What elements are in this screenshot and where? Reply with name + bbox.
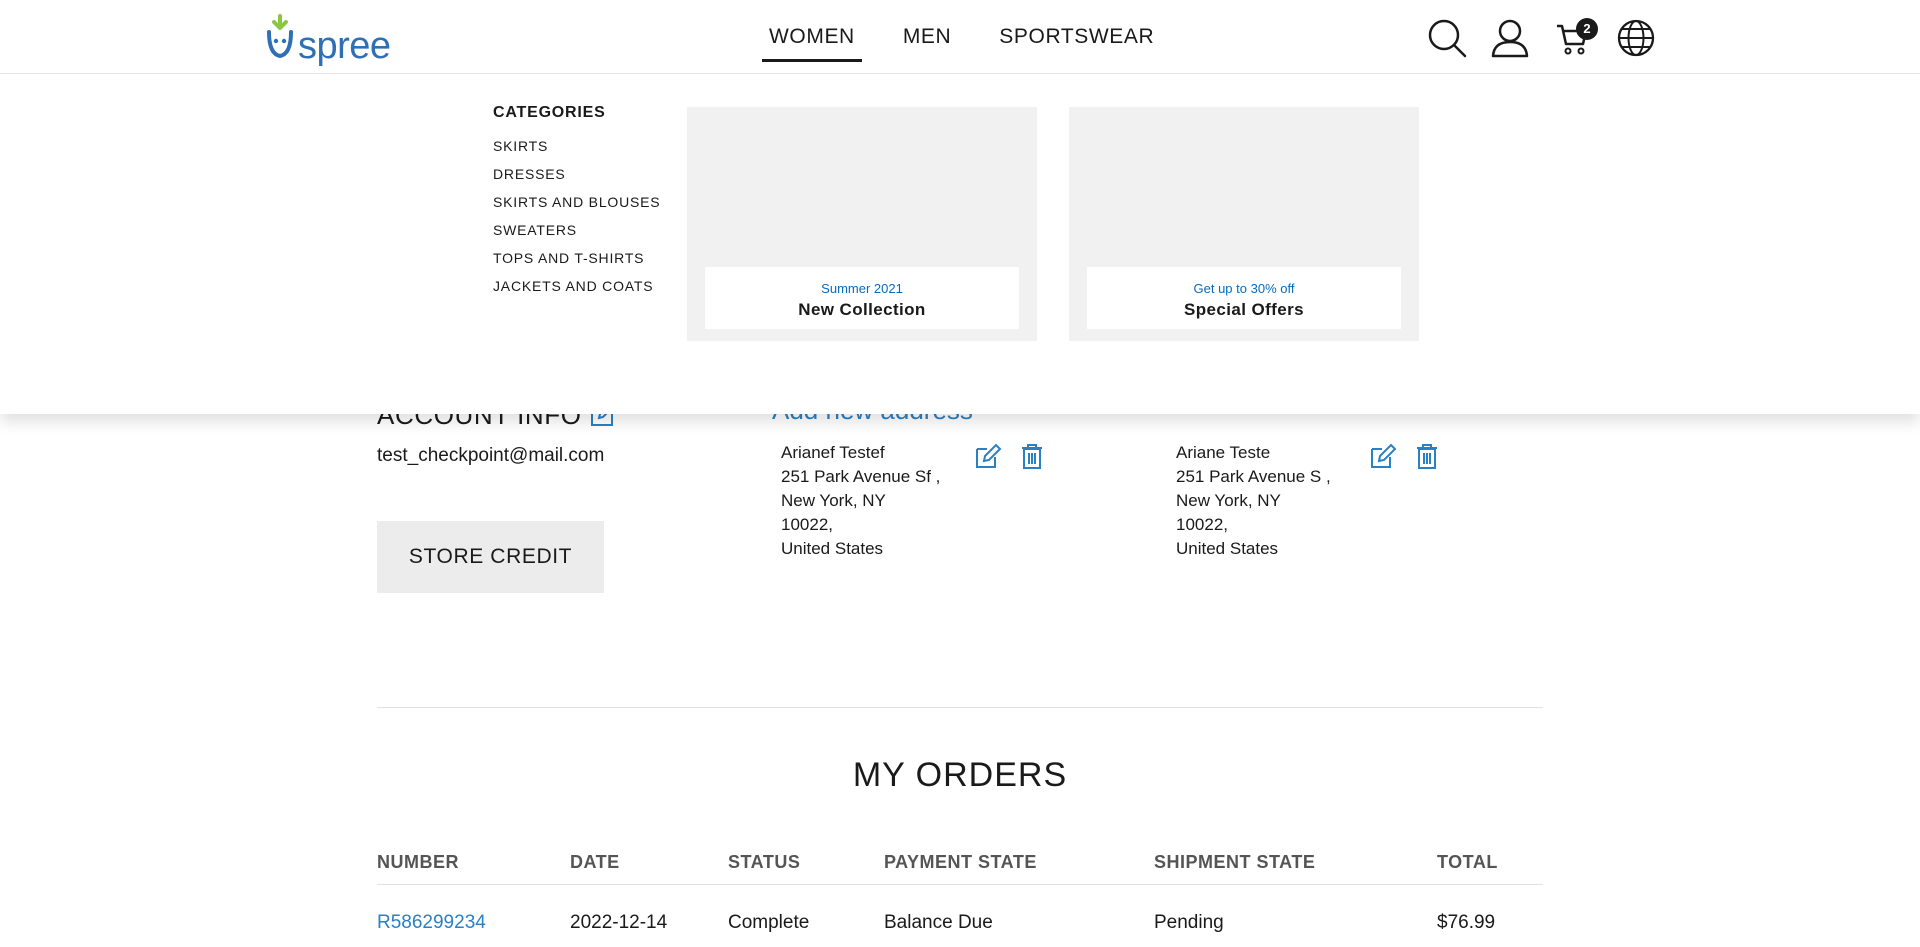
promo-new-collection[interactable]: Summer 2021 New Collection: [687, 107, 1037, 341]
address-city: New York, NY: [1176, 491, 1281, 510]
promo-title: New Collection: [798, 300, 926, 319]
address-card: Ariane Teste 251 Park Avenue S , New Yor…: [1176, 441, 1331, 561]
column-header-date: DATE: [570, 852, 620, 872]
address-zip: 10022,: [781, 515, 833, 534]
search-icon[interactable]: [1425, 16, 1469, 60]
column-header-total: TOTAL: [1437, 852, 1498, 872]
nav-item-sportswear[interactable]: SPORTSWEAR: [990, 0, 1163, 74]
promo-caption: Get up to 30% off Special Offers: [1087, 267, 1401, 329]
column-header-shipment-state: SHIPMENT STATE: [1154, 852, 1316, 872]
promo-subtitle: Summer 2021: [821, 281, 903, 296]
category-item[interactable]: DRESSES: [493, 164, 660, 192]
nav-item-women[interactable]: WOMEN: [760, 0, 864, 74]
user-icon[interactable]: [1488, 16, 1532, 60]
delete-address-icon[interactable]: [1412, 441, 1442, 471]
edit-address-icon[interactable]: [973, 441, 1003, 471]
order-shipment-state: Pending: [1154, 912, 1224, 933]
address-zip: 10022,: [1176, 515, 1228, 534]
order-payment-state: Balance Due: [884, 912, 993, 933]
address-actions: [1368, 441, 1456, 471]
promo-subtitle: Get up to 30% off: [1193, 281, 1295, 296]
site-header: spree WOMEN MEN SPORTSWEAR 2: [0, 0, 1920, 74]
address-name: Ariane Teste: [1176, 443, 1271, 462]
promo-caption: Summer 2021 New Collection: [705, 267, 1019, 329]
categories-list: SKIRTS DRESSES SKIRTS AND BLOUSES SWEATE…: [493, 136, 660, 304]
women-mega-menu: CATEGORIES SKIRTS DRESSES SKIRTS AND BLO…: [0, 74, 1920, 414]
category-item[interactable]: SKIRTS AND BLOUSES: [493, 192, 660, 220]
address-street: 251 Park Avenue Sf ,: [781, 467, 941, 486]
delete-address-icon[interactable]: [1017, 441, 1047, 471]
order-date: 2022-12-14: [570, 912, 668, 933]
address-name: Arianef Testef: [781, 443, 885, 462]
address-country: United States: [1176, 539, 1279, 558]
account-email: test_checkpoint@mail.com: [377, 445, 605, 466]
column-header-number: NUMBER: [377, 852, 459, 872]
promo-special-offers[interactable]: Get up to 30% off Special Offers: [1069, 107, 1419, 341]
table-header-divider: [377, 884, 1543, 885]
section-divider: [377, 707, 1543, 708]
main-nav: WOMEN MEN SPORTSWEAR: [760, 0, 1193, 74]
globe-icon[interactable]: [1614, 16, 1658, 60]
categories-title: CATEGORIES: [493, 104, 606, 121]
address-actions: [973, 441, 1061, 471]
category-item[interactable]: JACKETS AND COATS: [493, 276, 660, 304]
address-street: 251 Park Avenue S ,: [1176, 467, 1331, 486]
category-item[interactable]: TOPS AND T-SHIRTS: [493, 248, 660, 276]
store-credit-button[interactable]: STORE CREDIT: [377, 521, 604, 593]
cart-count-badge: 2: [1576, 18, 1598, 40]
category-item[interactable]: SWEATERS: [493, 220, 660, 248]
header-icons: 2: [1425, 16, 1677, 60]
nav-item-men[interactable]: MEN: [894, 0, 960, 74]
logo-mark-icon: [266, 14, 294, 65]
spree-logo[interactable]: spree: [266, 14, 391, 65]
column-header-status: STATUS: [728, 852, 801, 872]
address-country: United States: [781, 539, 884, 558]
order-status: Complete: [728, 912, 810, 933]
cart-icon[interactable]: 2: [1551, 16, 1598, 60]
order-number-link[interactable]: R586299234: [377, 912, 486, 934]
order-total: $76.99: [1437, 912, 1496, 933]
address-card: Arianef Testef 251 Park Avenue Sf , New …: [781, 441, 940, 561]
address-city: New York, NY: [781, 491, 886, 510]
my-orders-title: MY ORDERS: [852, 756, 1068, 794]
edit-address-icon[interactable]: [1368, 441, 1398, 471]
promo-title: Special Offers: [1184, 300, 1304, 319]
category-item[interactable]: SKIRTS: [493, 136, 660, 164]
logo-text: spree: [298, 25, 391, 67]
column-header-payment-state: PAYMENT STATE: [884, 852, 1037, 872]
